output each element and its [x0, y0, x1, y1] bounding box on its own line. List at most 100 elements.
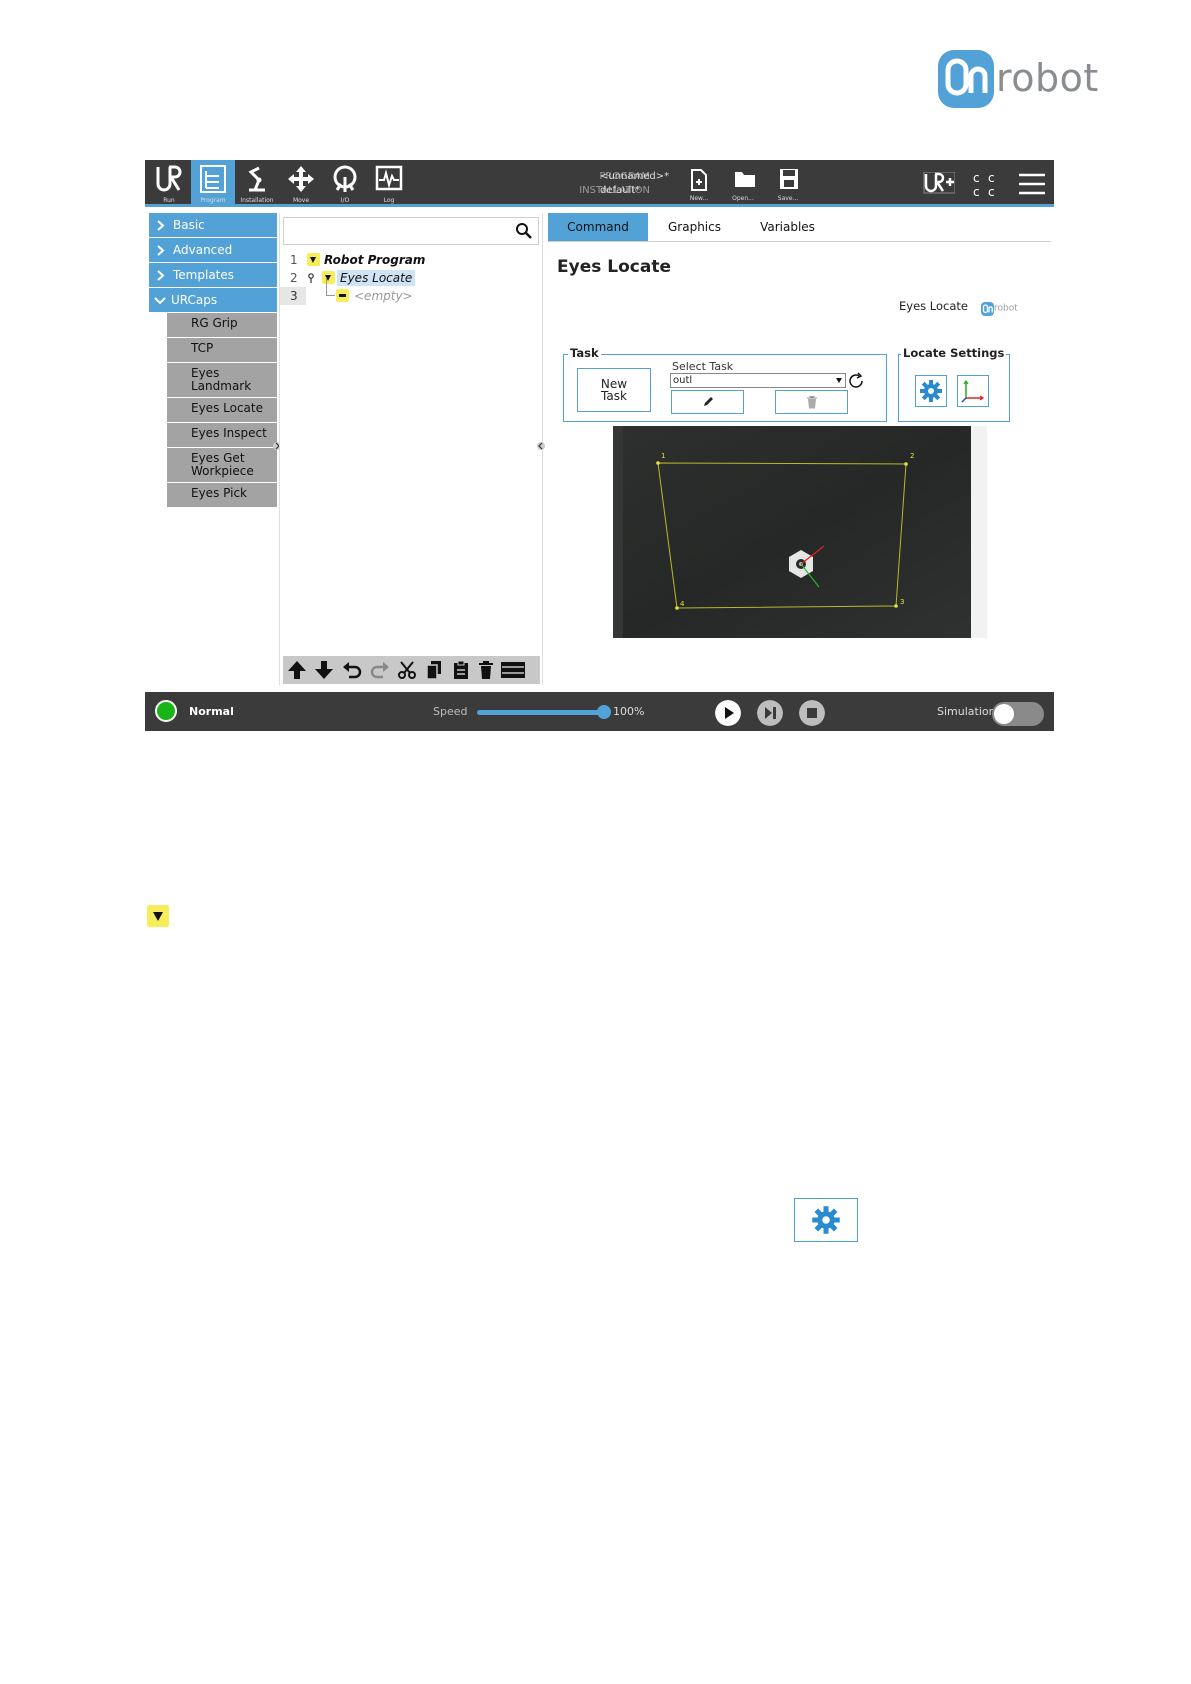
- simulation-label: Simulation: [937, 705, 996, 718]
- paste-icon[interactable]: [450, 660, 472, 680]
- urcap-eyes-inspect[interactable]: Eyes Inspect: [167, 423, 277, 448]
- camera-image: [613, 426, 987, 638]
- redo-icon[interactable]: [369, 660, 391, 680]
- onrobot-mark-icon: [938, 50, 994, 108]
- svg-text:c: c: [988, 185, 995, 197]
- locate-settings-group: Locate Settings: [898, 346, 1010, 422]
- new-task-button[interactable]: New Task: [577, 368, 651, 412]
- folder-icon: [735, 172, 755, 187]
- nav-program-button[interactable]: Program: [191, 160, 235, 207]
- search-icon[interactable]: [515, 222, 533, 240]
- svg-text:c: c: [988, 171, 995, 185]
- suppress-icon[interactable]: [500, 660, 526, 680]
- delete-icon[interactable]: [475, 660, 497, 680]
- move-down-icon[interactable]: [313, 660, 335, 680]
- log-chart-icon: [375, 165, 403, 191]
- refresh-icon[interactable]: [847, 372, 865, 390]
- trash-icon: [806, 395, 817, 409]
- gear-icon: [920, 380, 942, 402]
- undo-icon[interactable]: [341, 660, 363, 680]
- chevron-right-icon: [157, 245, 165, 256]
- stop-button[interactable]: [799, 700, 825, 726]
- gear-icon: [812, 1206, 840, 1234]
- tree-line-eyes-locate[interactable]: 2 Eyes Locate: [280, 269, 542, 287]
- category-basic[interactable]: Basic: [149, 213, 277, 238]
- program-name: <unnamed>*: [600, 171, 670, 182]
- nav-run-button[interactable]: Run: [147, 160, 191, 207]
- save-button[interactable]: Save...: [770, 166, 806, 204]
- move-arrows-icon: [288, 166, 314, 192]
- speed-slider-handle[interactable]: [597, 705, 611, 719]
- tree-line-robot-program[interactable]: 1 Robot Program: [280, 251, 542, 269]
- search-input[interactable]: [283, 217, 539, 245]
- command-title: Eyes Locate: [557, 257, 671, 277]
- breakpoint-pin-icon: [308, 273, 314, 283]
- category-urcaps[interactable]: URCaps: [149, 288, 277, 313]
- open-button[interactable]: Open...: [725, 166, 761, 204]
- move-up-icon[interactable]: [286, 660, 308, 680]
- urcap-eyes-get-workpiece[interactable]: Eyes Get Workpiece: [167, 448, 277, 483]
- ur-plus-icon[interactable]: [923, 172, 955, 194]
- save-icon: [780, 169, 798, 189]
- onrobot-small-logo: robot: [981, 298, 1018, 317]
- collapse-triangle-icon[interactable]: [307, 253, 320, 266]
- category-templates[interactable]: Templates: [149, 263, 277, 288]
- urcap-tcp[interactable]: TCP: [167, 338, 277, 363]
- edit-task-button[interactable]: [671, 390, 744, 414]
- logo-word: robot: [996, 56, 1099, 100]
- tab-graphics[interactable]: Graphics: [648, 213, 741, 241]
- tab-variables[interactable]: Variables: [741, 213, 834, 241]
- speed-label: Speed: [433, 705, 468, 718]
- simulation-toggle[interactable]: [992, 702, 1044, 726]
- task-dropdown[interactable]: outl: [670, 373, 846, 388]
- nav-io-button[interactable]: I/O: [323, 160, 367, 207]
- settings-button-illustration: [794, 1198, 858, 1242]
- delete-task-button[interactable]: [775, 390, 848, 414]
- chevron-down-icon: [154, 297, 166, 305]
- urcap-eyes-landmark[interactable]: Eyes Landmark: [167, 363, 277, 398]
- tab-bar: Command Graphics Variables: [548, 213, 1051, 242]
- onrobot-mark-icon: [981, 301, 994, 316]
- io-icon: [333, 165, 357, 192]
- urcap-rg-grip[interactable]: RG Grip: [167, 313, 277, 338]
- new-button[interactable]: New...: [681, 166, 717, 204]
- tab-command[interactable]: Command: [548, 213, 648, 241]
- onrobot-logo: robot: [938, 48, 1098, 110]
- speed-slider[interactable]: [477, 710, 601, 715]
- chevron-right-icon: [157, 220, 165, 231]
- tree-toolbar: [283, 656, 540, 684]
- cut-icon[interactable]: [396, 660, 418, 680]
- command-panel: Command Graphics Variables Eyes Locate E…: [545, 213, 1054, 685]
- ur-logo-icon: [156, 165, 182, 192]
- coordinate-frame-button[interactable]: [957, 375, 989, 407]
- tree-line-empty[interactable]: 3 <empty>: [280, 279, 542, 305]
- play-button[interactable]: [715, 700, 741, 726]
- robot-status-indicator[interactable]: [155, 700, 177, 722]
- footer-bar: Normal Speed 100% Simulation: [145, 692, 1054, 731]
- camera-view: 1 2 3 4: [613, 426, 987, 638]
- svg-text:c: c: [973, 185, 980, 197]
- copy-icon[interactable]: [423, 660, 445, 680]
- nav-log-button[interactable]: Log: [367, 160, 411, 207]
- new-file-icon: [691, 169, 707, 191]
- hamburger-menu-icon[interactable]: [1018, 172, 1046, 196]
- collapse-triangle-icon: [147, 905, 169, 927]
- urcap-label: Eyes Locate: [899, 299, 968, 313]
- program-tree-panel: 1 Robot Program 2 Eyes Locate 3 <empty>: [279, 213, 543, 685]
- task-group: Task New Task Select Task outl: [563, 346, 887, 422]
- nav-installation-button[interactable]: Installation: [235, 160, 279, 207]
- collapse-handle-icon[interactable]: [537, 441, 545, 451]
- settings-button[interactable]: [915, 375, 947, 407]
- category-advanced[interactable]: Advanced: [149, 238, 277, 263]
- urcap-eyes-pick[interactable]: Eyes Pick: [167, 483, 277, 508]
- program-tree-icon: [200, 165, 226, 193]
- robot-arm-icon: [248, 166, 265, 192]
- urcap-eyes-locate[interactable]: Eyes Locate: [167, 398, 277, 423]
- nav-move-button[interactable]: Move: [279, 160, 323, 207]
- dropdown-arrow-icon: [836, 378, 842, 383]
- coordinate-axes-icon: [961, 379, 985, 403]
- svg-text:c: c: [973, 171, 980, 185]
- step-button[interactable]: [757, 700, 783, 726]
- polyscope-window: Run Program Installation Move I/O Log PR…: [145, 160, 1054, 731]
- speed-slider-control-icon[interactable]: c c c c: [971, 171, 999, 197]
